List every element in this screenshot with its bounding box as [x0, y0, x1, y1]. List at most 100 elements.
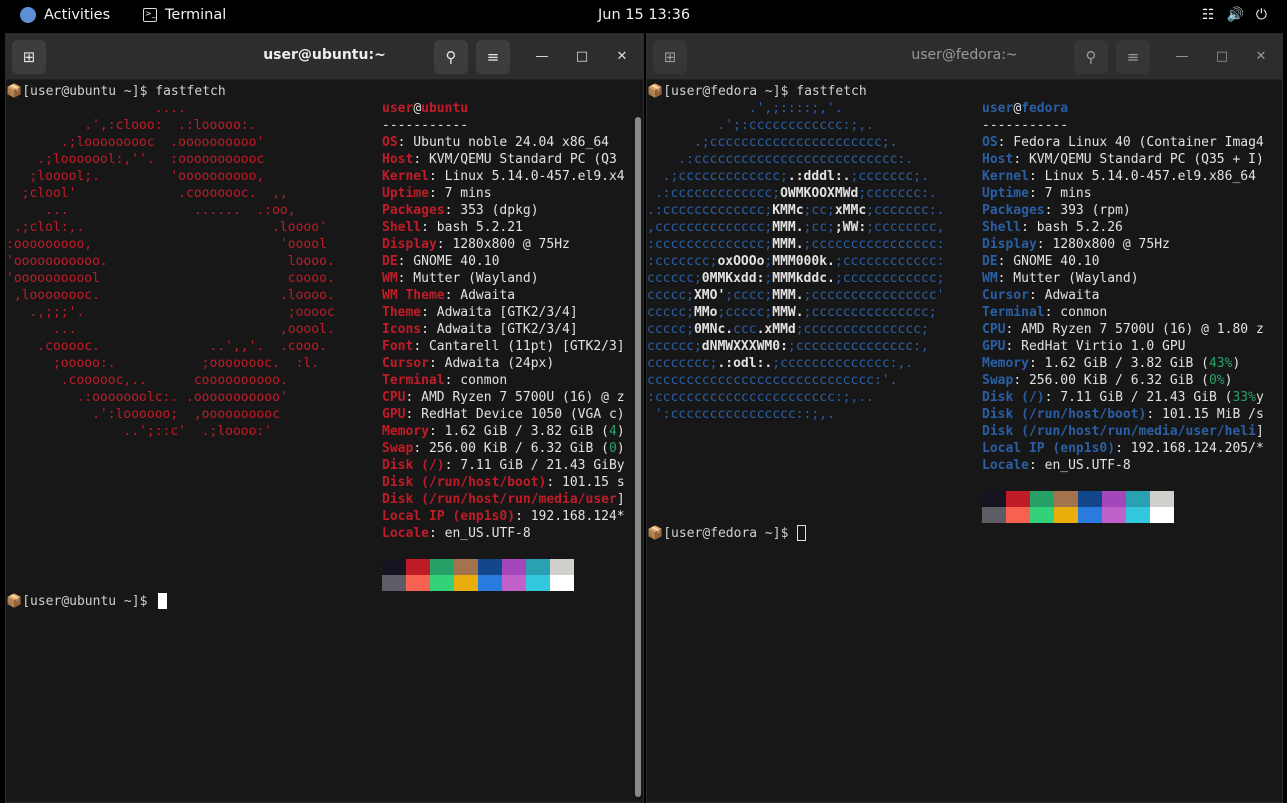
header-bar: ⊞ user@fedora:~ ⚲ ≡ — □ ✕	[647, 34, 1282, 80]
info-tail: )	[1232, 356, 1241, 371]
maximize-icon[interactable]: □	[1211, 46, 1233, 68]
logo-segment: .:odl:.	[717, 356, 773, 371]
logo-line: ccccccccccccccccccccccccccccc:'.	[647, 372, 897, 389]
new-tab-icon[interactable]: ⊞	[12, 40, 46, 74]
terminal-content[interactable]: 📦[user@ubuntu ~]$ fastfetch .... .',:clo…	[6, 81, 643, 802]
info-row: CPU: AMD Ryzen 7 5700U (16) @ 1.80 z	[982, 321, 1264, 338]
color-swatch	[382, 575, 406, 591]
logo-line: .',:clooo: .:looooo:.	[6, 118, 257, 133]
info-key: Packages	[382, 203, 445, 218]
info-value: : KVM/QEMU Standard PC (Q3	[413, 152, 617, 167]
info-key: Host	[382, 152, 414, 167]
system-tray[interactable]: ☷ 🔊 ⏻	[1202, 7, 1267, 23]
color-swatch	[1054, 491, 1078, 507]
logo-segment: ccccc;	[647, 305, 694, 320]
color-swatch	[502, 575, 526, 591]
power-icon[interactable]: ⏻	[1256, 7, 1267, 23]
info-value: ]	[616, 492, 625, 507]
info-row: Display: 1280x800 @ 75Hz	[982, 236, 1170, 253]
info-key: Memory	[982, 356, 1029, 371]
color-swatch	[982, 491, 1006, 507]
logo-segment: ccccc;	[647, 288, 694, 303]
activities-label: Activities	[44, 7, 111, 23]
logo-line: ;looool;. 'oooooooooo,	[6, 169, 265, 184]
logo-line: ... ...... .:oo,	[6, 203, 296, 218]
terminal-content[interactable]: 📦[user@fedora ~]$ fastfetch .',;::::;,'.…	[647, 81, 1282, 802]
logo-segment: ;ccccccccccccccc:,	[787, 339, 929, 354]
close-icon[interactable]: ✕	[1250, 46, 1272, 68]
prompt-line-current: 📦[user@fedora ~]$	[647, 526, 797, 541]
logo-line: ;clool' .cooooooc. ,,	[6, 186, 288, 201]
minimize-icon[interactable]: —	[1171, 46, 1193, 68]
package-icon: 📦	[647, 526, 664, 541]
info-key: Packages	[982, 203, 1045, 218]
info-row: Disk (/run/host/boot): 101.15 MiB /s	[982, 406, 1264, 423]
terminal-window-ubuntu[interactable]: ⊞ user@ubuntu:~ ⚲ ≡ — □ ✕ 📦[user@ubuntu …	[5, 33, 644, 803]
new-tab-icon[interactable]: ⊞	[653, 40, 687, 74]
app-menu-terminal[interactable]: >_ Terminal	[143, 7, 226, 23]
logo-segment: .:cccccccccccccccccccccccccc:.	[647, 152, 914, 167]
maximize-icon[interactable]: □	[571, 46, 593, 68]
logo-line: cccccccc;.:odl:.;cccccccccccccc:,.	[647, 355, 913, 372]
logo-line: ,cccccccccccccc;MMM.;cc;;WW:;cccccccc,	[647, 219, 944, 236]
info-row: Disk (/): 7.11 GiB / 21.43 GiB (33%y	[982, 389, 1264, 406]
logo-line: .;looooooooc .oooooooooo'	[6, 135, 265, 150]
search-icon[interactable]: ⚲	[1074, 40, 1108, 74]
hamburger-menu-icon[interactable]: ≡	[1116, 40, 1150, 74]
info-value: : Fedora Linux 40 (Container Imag4	[997, 135, 1264, 150]
info-row: Uptime: 7 mins	[982, 185, 1092, 202]
terminal-window-fedora[interactable]: ⊞ user@fedora:~ ⚲ ≡ — □ ✕ 📦[user@fedora …	[646, 33, 1283, 803]
logo-segment: .;cccccccccccccccccccccc;.	[647, 135, 898, 150]
logo-line: ccccc;XMO';cccc;MMM.;cccccccccccccccc'	[647, 287, 944, 304]
logo-line: cccccc;0MMKxdd:;MMMkddc.;cccccccccccc;	[647, 270, 944, 287]
logo-segment: cccccc;	[647, 271, 702, 286]
logo-segment: oxOOOo	[717, 254, 765, 269]
color-swatch	[1006, 491, 1030, 507]
volume-icon[interactable]: 🔊	[1226, 7, 1243, 23]
activities-button[interactable]: Activities	[20, 7, 110, 23]
info-percent: 0%	[1208, 373, 1225, 388]
prompt-line: 📦[user@fedora ~]$ fastfetch	[647, 84, 867, 99]
clock[interactable]: Jun 15 13:36	[598, 7, 690, 23]
info-value: : 7.11 GiB / 21.43 GiBy	[444, 458, 625, 473]
minimize-icon[interactable]: —	[531, 46, 553, 68]
logo-line: cccccc;dNMWXXXWM0:;ccccccccccccccc:,	[647, 338, 929, 355]
logo-line: .':loooooo; ,oooooooooc	[6, 407, 280, 422]
prompt-line-current: 📦[user@ubuntu ~]$	[6, 594, 156, 609]
logo-line: :ooooooooo, 'ooool	[6, 237, 327, 252]
close-icon[interactable]: ✕	[611, 46, 633, 68]
color-swatch	[526, 575, 550, 591]
info-value: : 7.11 GiB / 21.43 GiB (	[1044, 390, 1233, 405]
logo-segment: ;ccccccccccccccc;	[795, 322, 929, 337]
logo-segment: xMMc	[834, 203, 867, 218]
logo-segment: cccccccc;	[647, 356, 718, 371]
network-icon[interactable]: ☷	[1202, 7, 1215, 23]
logo-segment: .',;::::;,'.	[647, 101, 843, 116]
info-value: : conmon	[1044, 305, 1108, 320]
text-cursor	[797, 525, 806, 541]
info-key: Disk (/run/host/boot)	[382, 475, 547, 490]
info-key: Uptime	[382, 186, 429, 201]
info-row: Cursor: Adwaita (24px)	[382, 355, 554, 372]
info-key: Cursor	[382, 356, 429, 371]
logo-segment: .;ccccccccccccc;	[647, 169, 788, 184]
info-key: Display	[382, 237, 437, 252]
info-key: Locale	[382, 526, 429, 541]
scrollbar[interactable]	[635, 117, 641, 797]
info-row: Font: Cantarell (11pt) [GTK2/3]	[382, 338, 625, 355]
info-key: Shell	[982, 220, 1022, 235]
info-key: Cursor	[982, 288, 1029, 303]
info-tail: )	[1224, 373, 1233, 388]
logo-line: .coooooc,.. coooooooooo.	[6, 373, 288, 388]
info-row: Memory: 1.62 GiB / 3.82 GiB (43%)	[982, 355, 1240, 372]
info-key: Uptime	[982, 186, 1029, 201]
search-icon[interactable]: ⚲	[434, 40, 468, 74]
logo-segment: ;cccccccccccccc:,.	[772, 356, 914, 371]
info-row: Host: KVM/QEMU Standard PC (Q3	[382, 151, 617, 168]
logo-line: ;ooooo:. ;oooooooc. :l.	[6, 356, 320, 371]
info-key: Kernel	[982, 169, 1029, 184]
info-value: : KVM/QEMU Standard PC (Q35 + I)	[1013, 152, 1264, 167]
hamburger-menu-icon[interactable]: ≡	[476, 40, 510, 74]
color-swatch	[1078, 507, 1102, 523]
info-row: Disk (/run/host/run/media/user]	[382, 491, 625, 508]
